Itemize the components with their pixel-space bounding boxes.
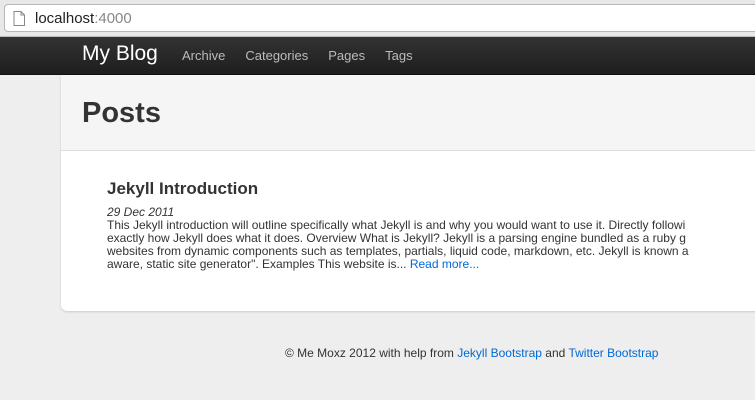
page-header: Posts [61,75,755,151]
post-date: 29 Dec 2011 [107,205,175,219]
nav-links: Archive Categories Pages Tags [182,48,433,63]
post-title-link[interactable]: Jekyll Introduction [107,179,755,199]
footer-text-and: and [541,346,569,360]
address-bar[interactable]: localhost:4000 [4,4,755,32]
url-port: :4000 [94,9,132,27]
footer-text: © Me Moxz 2012 with help from [285,346,458,360]
nav-link-pages[interactable]: Pages [328,48,365,63]
url-host: localhost [35,9,95,27]
nav-link-tags[interactable]: Tags [385,48,412,63]
browser-toolbar: localhost:4000 [0,0,755,37]
jekyll-bootstrap-link[interactable]: Jekyll Bootstrap [457,346,542,360]
read-more-link[interactable]: Read more... [410,257,479,271]
content-card: Posts Jekyll Introduction 29 Dec 2011 Th… [61,75,755,311]
page-icon [13,10,25,26]
nav-link-categories[interactable]: Categories [245,48,308,63]
nav-link-archive[interactable]: Archive [182,48,225,63]
excerpt-line-text: aware, static site generator". Examples … [107,257,410,271]
post-item: Jekyll Introduction 29 Dec 2011 This Jek… [107,179,755,271]
brand-link[interactable]: My Blog [82,42,158,66]
page-title: Posts [82,97,161,129]
post-excerpt: This Jekyll introduction will outline sp… [107,219,755,271]
excerpt-last-line: aware, static site generator". Examples … [107,258,755,271]
footer: © Me Moxz 2012 with help from Jekyll Boo… [285,346,658,360]
navbar: My Blog Archive Categories Pages Tags [0,37,755,75]
twitter-bootstrap-link[interactable]: Twitter Bootstrap [568,346,658,360]
